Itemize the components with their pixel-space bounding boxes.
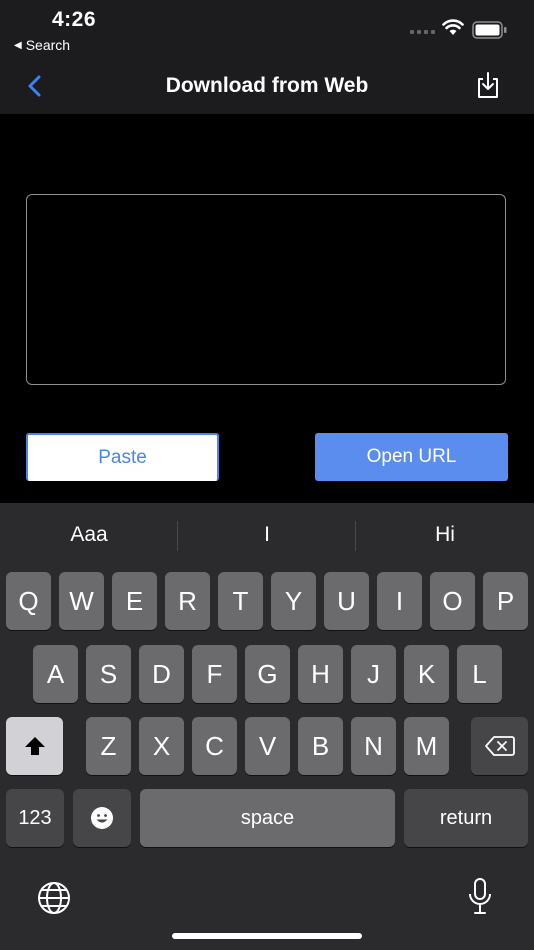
delete-key[interactable]	[471, 717, 528, 775]
back-triangle-icon: ◀	[14, 39, 22, 51]
key-k[interactable]: K	[404, 645, 449, 703]
key-l[interactable]: L	[457, 645, 502, 703]
key-i[interactable]: I	[377, 572, 422, 630]
key-w[interactable]: W	[59, 572, 104, 630]
suggestion-item[interactable]: Hi	[356, 523, 534, 547]
key-f[interactable]: F	[192, 645, 237, 703]
emoji-smiley-icon	[91, 807, 113, 829]
key-m[interactable]: M	[404, 717, 449, 775]
key-a[interactable]: A	[33, 645, 78, 703]
open-url-button[interactable]: Open URL	[315, 433, 508, 481]
page-title: Download from Web	[165, 74, 369, 97]
key-x[interactable]: X	[139, 717, 184, 775]
key-n[interactable]: N	[351, 717, 396, 775]
url-input[interactable]	[26, 194, 506, 385]
key-y[interactable]: Y	[271, 572, 316, 630]
paste-button[interactable]: Paste	[26, 433, 219, 481]
shift-arrow-icon	[24, 737, 45, 755]
suggestion-item[interactable]: Aaa	[0, 523, 178, 547]
delete-backspace-icon	[484, 736, 515, 756]
globe-icon[interactable]	[37, 881, 71, 915]
numbers-key[interactable]: 123	[6, 789, 64, 847]
microphone-icon[interactable]	[467, 877, 493, 917]
key-q[interactable]: Q	[6, 572, 51, 630]
key-j[interactable]: J	[351, 645, 396, 703]
emoji-key[interactable]	[73, 789, 131, 847]
navigation-bar: Download from Web	[0, 60, 534, 114]
key-e[interactable]: E	[112, 572, 157, 630]
key-u[interactable]: U	[324, 572, 369, 630]
key-v[interactable]: V	[245, 717, 290, 775]
key-p[interactable]: P	[483, 572, 528, 630]
key-g[interactable]: G	[245, 645, 290, 703]
status-bar: 4:26 ◀ Search	[0, 0, 534, 60]
key-t[interactable]: T	[218, 572, 263, 630]
key-b[interactable]: B	[298, 717, 343, 775]
home-indicator[interactable]	[172, 933, 362, 939]
space-key[interactable]: space	[140, 789, 395, 847]
shift-key[interactable]	[6, 717, 63, 775]
battery-icon	[472, 21, 507, 39]
key-h[interactable]: H	[298, 645, 343, 703]
suggestion-item[interactable]: I	[178, 523, 356, 547]
download-icon[interactable]	[474, 70, 502, 100]
keyboard: Aaa I Hi Q W E R T Y U I O P A S D F G H…	[0, 503, 534, 950]
suggestion-bar: Aaa I Hi	[0, 503, 534, 569]
key-r[interactable]: R	[165, 572, 210, 630]
key-s[interactable]: S	[86, 645, 131, 703]
wifi-icon	[442, 19, 464, 35]
key-c[interactable]: C	[192, 717, 237, 775]
back-to-app-link[interactable]: ◀ Search	[14, 37, 70, 53]
key-d[interactable]: D	[139, 645, 184, 703]
key-o[interactable]: O	[430, 572, 475, 630]
back-app-label: Search	[25, 37, 71, 53]
key-z[interactable]: Z	[86, 717, 131, 775]
return-key[interactable]: return	[404, 789, 528, 847]
status-time: 4:26	[52, 8, 97, 31]
cellular-signal-icon	[410, 30, 435, 34]
